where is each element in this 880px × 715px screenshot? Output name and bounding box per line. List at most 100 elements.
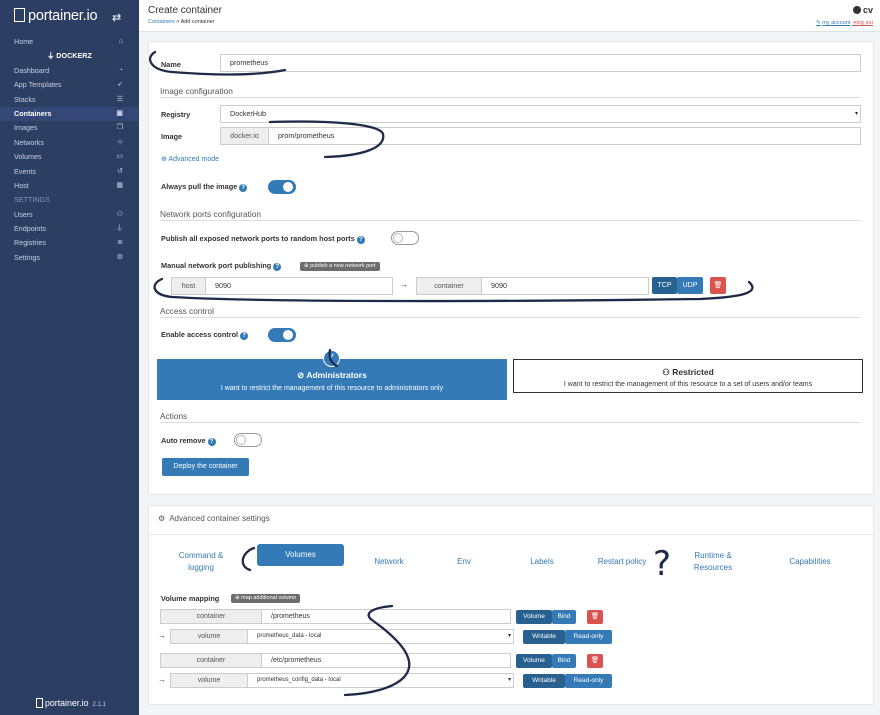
volume-select[interactable]: prometheus_config_data - local ▾ (247, 673, 514, 688)
wrench-icon: ✎ (816, 20, 821, 26)
volume-type-button[interactable]: Volume (516, 654, 552, 668)
advanced-mode-link[interactable]: ⊕ Advanced mode (161, 155, 219, 163)
enable-access-toggle[interactable] (268, 328, 296, 342)
publish-new-port-button[interactable]: ⊕ publish a new network port (300, 262, 380, 271)
always-pull-toggle[interactable] (268, 180, 296, 194)
read-only-button[interactable]: Read-only (565, 630, 612, 644)
help-icon[interactable]: ? (273, 263, 282, 271)
sidebar-item-events[interactable]: Events ↺ (0, 165, 139, 179)
selected-check-icon: ✓ (323, 350, 340, 367)
port-container-input[interactable]: 9090 (481, 277, 649, 295)
image-input[interactable]: prom/prometheus (268, 127, 861, 145)
home-icon: ⌂ (118, 38, 123, 45)
tab-command-logging[interactable]: Command & logging (161, 550, 241, 574)
help-icon[interactable]: ? (240, 332, 249, 340)
bind-type-button[interactable]: Bind (552, 654, 576, 668)
port-host-addon: host (171, 277, 206, 295)
sidebar-item-home[interactable]: Home ⌂ (0, 35, 139, 49)
always-pull-label: Always pull the image ? (161, 182, 248, 192)
sidebar-item-app-templates[interactable]: App Templates ➶ (0, 78, 139, 92)
read-only-button[interactable]: Read-only (565, 674, 612, 688)
dashboard-icon: ◔ (118, 66, 123, 74)
breadcrumb-containers-link[interactable]: Containers (148, 19, 175, 25)
plug-icon: ⏚ (116, 225, 123, 233)
help-icon[interactable]: ? (239, 184, 248, 192)
top-bar: Create container Containers > Add contai… (139, 0, 880, 32)
tab-env[interactable]: Env (444, 556, 484, 568)
users-icon: ⚇ (116, 210, 123, 218)
sidebar-item-endpoints[interactable]: Endpoints ⏚ (0, 222, 139, 236)
manual-ports-label: Manual network port publishing ? (161, 261, 282, 271)
user-name: cv (852, 5, 873, 15)
tab-restart-policy[interactable]: Restart policy (587, 556, 657, 568)
sidebar-item-containers[interactable]: Containers ▣ (0, 106, 139, 122)
deploy-container-button[interactable]: Deploy the container (162, 458, 249, 476)
user-links: ✎ my account ⇥log out (816, 20, 873, 26)
page-title: Create container (148, 5, 222, 16)
restricted-desc: I want to restrict the management of thi… (563, 381, 813, 388)
restricted-option[interactable]: ⚇ Restricted I want to restrict the mana… (513, 359, 863, 393)
publish-all-toggle[interactable] (391, 231, 419, 245)
volume-container-addon: container (160, 609, 262, 624)
map-additional-volume-button[interactable]: ⊕ map additional volume (231, 594, 301, 603)
log-out-link[interactable]: log out (856, 20, 873, 26)
my-account-link[interactable]: my account (822, 20, 850, 26)
port-container-addon: container (416, 277, 482, 295)
sidebar-item-images[interactable]: Images ❐ (0, 121, 139, 135)
sidebar: portainer.io ⇄ Home ⌂ ⏚ DOCKERZ Dashboard ◔ A… (0, 0, 139, 715)
portainer-logo[interactable]: portainer.io (14, 8, 98, 24)
toggle-knob (283, 182, 293, 192)
th-icon: ▦ (116, 181, 123, 189)
advanced-settings-panel: ⚙ Advanced container settings Command & … (148, 505, 874, 705)
remove-volume-trash-icon[interactable]: 🗑 (587, 610, 603, 624)
create-container-form: Name prometheus Image configuration Regi… (148, 41, 874, 495)
writable-button[interactable]: Writable (523, 630, 565, 644)
toggle-knob (393, 233, 403, 243)
sidebar-item-volumes[interactable]: Volumes ▭ (0, 150, 139, 164)
help-icon[interactable]: ? (207, 438, 216, 446)
help-icon[interactable]: ? (356, 236, 365, 244)
volume-name-addon: volume (170, 629, 248, 644)
volume-type-button[interactable]: Volume (516, 610, 552, 624)
toggle-sidebar-icon[interactable]: ⇄ (112, 11, 121, 24)
sidebar-item-registries[interactable]: Registries ≣ (0, 236, 139, 250)
tab-runtime-resources[interactable]: Runtime & Resources (677, 550, 749, 574)
tab-network[interactable]: Network (364, 556, 414, 568)
sidebar-item-networks[interactable]: Networks ⊹ (0, 136, 139, 150)
tcp-button[interactable]: TCP (652, 277, 677, 294)
select-arrow-icon: ▾ (507, 677, 511, 683)
bind-type-button[interactable]: Bind (552, 610, 576, 624)
volume-container-path-input[interactable]: /etc/prometheus (261, 653, 511, 668)
volume-select[interactable]: prometheus_data - local ▾ (247, 629, 514, 644)
cubes-icon: ▣ (116, 109, 123, 117)
tab-capabilities[interactable]: Capabilities (779, 556, 841, 568)
divider (149, 534, 873, 535)
volume-mapping-label: Volume mapping (161, 594, 220, 603)
registry-label: Registry (161, 110, 191, 119)
tab-labels[interactable]: Labels (519, 556, 565, 568)
sidebar-item-host[interactable]: Host ▦ (0, 179, 139, 193)
select-arrow-icon: ▾ (854, 111, 858, 117)
remove-port-trash-icon[interactable]: 🗑 (710, 277, 726, 294)
volume-container-path-input[interactable]: /prometheus (261, 609, 511, 624)
udp-button[interactable]: UDP (677, 277, 703, 294)
sidebar-item-dashboard[interactable]: Dashboard ◔ (0, 64, 139, 78)
plus-circle-icon: ⊕ (235, 595, 240, 601)
version-label: 2.1.1 (92, 702, 106, 708)
access-control-title: Access control (160, 306, 214, 316)
registry-select[interactable]: DockerHub ▾ (220, 105, 861, 123)
sidebar-item-users[interactable]: Users ⚇ (0, 208, 139, 222)
writable-button[interactable]: Writable (523, 674, 565, 688)
name-input[interactable]: prometheus (220, 54, 861, 72)
sidebar-item-stacks[interactable]: Stacks ☰ (0, 93, 139, 107)
auto-remove-toggle[interactable] (234, 433, 262, 447)
list-icon: ☰ (116, 95, 123, 103)
remove-volume-trash-icon[interactable]: 🗑 (587, 654, 603, 668)
port-host-input[interactable]: 9090 (205, 277, 393, 295)
tab-volumes[interactable]: Volumes (257, 544, 344, 566)
enable-access-label: Enable access control ? (161, 330, 249, 340)
sidebar-item-settings[interactable]: Settings ⚙ (0, 251, 139, 265)
divider (160, 220, 861, 221)
divider (160, 97, 861, 98)
toggle-knob (236, 435, 246, 445)
